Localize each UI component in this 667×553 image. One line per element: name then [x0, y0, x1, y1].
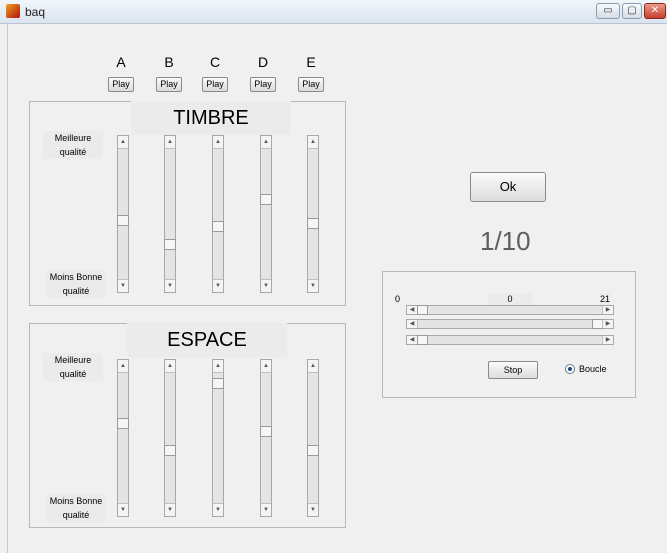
- arrow-up-icon[interactable]: ▲: [118, 360, 128, 373]
- slider-thumb[interactable]: [212, 378, 224, 390]
- player-max-label: 21: [600, 293, 611, 305]
- espace-best-quality-line2: qualité: [59, 369, 87, 379]
- arrow-up-icon[interactable]: ▲: [308, 360, 318, 373]
- espace-best-quality-label: Meilleure qualité: [43, 353, 103, 381]
- matlab-icon: [6, 4, 20, 18]
- range-end-slider[interactable]: ◀ ▶: [406, 319, 614, 329]
- position-slider[interactable]: ◀ ▶: [406, 305, 614, 315]
- column-letter-e: E: [306, 54, 316, 70]
- arrow-left-icon[interactable]: ◀: [407, 320, 418, 328]
- slider-thumb[interactable]: [307, 444, 319, 456]
- arrow-up-icon[interactable]: ▲: [213, 360, 223, 373]
- arrow-down-icon[interactable]: ▼: [165, 279, 175, 292]
- slider-thumb[interactable]: [117, 417, 129, 429]
- arrow-down-icon[interactable]: ▼: [165, 503, 175, 516]
- arrow-down-icon[interactable]: ▼: [213, 279, 223, 292]
- arrow-right-icon[interactable]: ▶: [602, 320, 613, 328]
- close-button[interactable]: ✕: [644, 3, 666, 19]
- slider-thumb[interactable]: [307, 218, 319, 230]
- play-button-d[interactable]: Play: [250, 77, 276, 92]
- column-letter-b: B: [164, 54, 174, 70]
- timbre-worst-quality-line1: Moins Bonne: [49, 272, 103, 282]
- espace-worst-quality-line1: Moins Bonne: [49, 496, 103, 506]
- timbre-best-quality-line1: Meilleure: [54, 133, 92, 143]
- player-min-label: 0: [395, 293, 401, 305]
- timbre-best-quality-line2: qualité: [59, 147, 87, 157]
- espace-slider-e[interactable]: ▲ ▼: [307, 359, 319, 517]
- timbre-slider-b[interactable]: ▲ ▼: [164, 135, 176, 293]
- arrow-down-icon[interactable]: ▼: [118, 279, 128, 292]
- arrow-down-icon[interactable]: ▼: [118, 503, 128, 516]
- arrow-up-icon[interactable]: ▲: [165, 136, 175, 149]
- timbre-worst-quality-line2: qualité: [62, 286, 90, 296]
- arrow-down-icon[interactable]: ▼: [261, 279, 271, 292]
- trial-counter: 1/10: [480, 226, 531, 256]
- stop-button[interactable]: Stop: [488, 361, 538, 379]
- player-current-label: 0: [488, 293, 532, 305]
- arrow-up-icon[interactable]: ▲: [165, 360, 175, 373]
- espace-slider-b[interactable]: ▲ ▼: [164, 359, 176, 517]
- slider-thumb[interactable]: [260, 193, 272, 205]
- espace-title: ESPACE: [127, 323, 287, 357]
- espace-slider-a[interactable]: ▲ ▼: [117, 359, 129, 517]
- arrow-up-icon[interactable]: ▲: [213, 136, 223, 149]
- play-button-a[interactable]: Play: [108, 77, 134, 92]
- timbre-best-quality-label: Meilleure qualité: [43, 131, 103, 159]
- ok-button[interactable]: Ok: [470, 172, 546, 202]
- slider-thumb[interactable]: [212, 220, 224, 232]
- arrow-up-icon[interactable]: ▲: [308, 136, 318, 149]
- title-bar: baq ▭ ▢ ✕: [0, 0, 667, 24]
- column-letter-d: D: [257, 54, 269, 70]
- slider-thumb[interactable]: [164, 238, 176, 250]
- timbre-slider-c[interactable]: ▲ ▼: [212, 135, 224, 293]
- loop-radio[interactable]: [565, 364, 575, 374]
- column-letter-c: C: [209, 54, 221, 70]
- arrow-down-icon[interactable]: ▼: [213, 503, 223, 516]
- timbre-slider-e[interactable]: ▲ ▼: [307, 135, 319, 293]
- play-button-b[interactable]: Play: [156, 77, 182, 92]
- espace-worst-quality-line2: qualité: [62, 510, 90, 520]
- arrow-up-icon[interactable]: ▲: [261, 360, 271, 373]
- espace-slider-d[interactable]: ▲ ▼: [260, 359, 272, 517]
- arrow-right-icon[interactable]: ▶: [602, 336, 613, 344]
- arrow-up-icon[interactable]: ▲: [118, 136, 128, 149]
- timbre-slider-d[interactable]: ▲ ▼: [260, 135, 272, 293]
- espace-slider-c[interactable]: ▲ ▼: [212, 359, 224, 517]
- slider-thumb[interactable]: [260, 426, 272, 438]
- maximize-button[interactable]: ▢: [622, 3, 642, 19]
- arrow-down-icon[interactable]: ▼: [261, 503, 271, 516]
- minimize-button[interactable]: ▭: [596, 3, 620, 19]
- column-letter-a: A: [116, 54, 126, 70]
- loop-label: Boucle: [579, 364, 607, 374]
- arrow-down-icon[interactable]: ▼: [308, 279, 318, 292]
- espace-best-quality-line1: Meilleure: [54, 355, 92, 365]
- radio-selected-dot: [568, 367, 572, 371]
- arrow-down-icon[interactable]: ▼: [308, 503, 318, 516]
- play-button-e[interactable]: Play: [298, 77, 324, 92]
- slider-thumb[interactable]: [417, 305, 428, 315]
- timbre-slider-a[interactable]: ▲ ▼: [117, 135, 129, 293]
- slider-thumb[interactable]: [117, 214, 129, 226]
- espace-worst-quality-label: Moins Bonne qualité: [46, 494, 106, 522]
- timbre-worst-quality-label: Moins Bonne qualité: [46, 270, 106, 298]
- window-title: baq: [25, 5, 46, 19]
- arrow-right-icon[interactable]: ▶: [602, 306, 613, 314]
- slider-thumb[interactable]: [164, 444, 176, 456]
- slider-thumb[interactable]: [417, 335, 428, 345]
- play-button-c[interactable]: Play: [202, 77, 228, 92]
- arrow-up-icon[interactable]: ▲: [261, 136, 271, 149]
- timbre-title: TIMBRE: [131, 101, 291, 135]
- range-start-slider[interactable]: ◀ ▶: [406, 335, 614, 345]
